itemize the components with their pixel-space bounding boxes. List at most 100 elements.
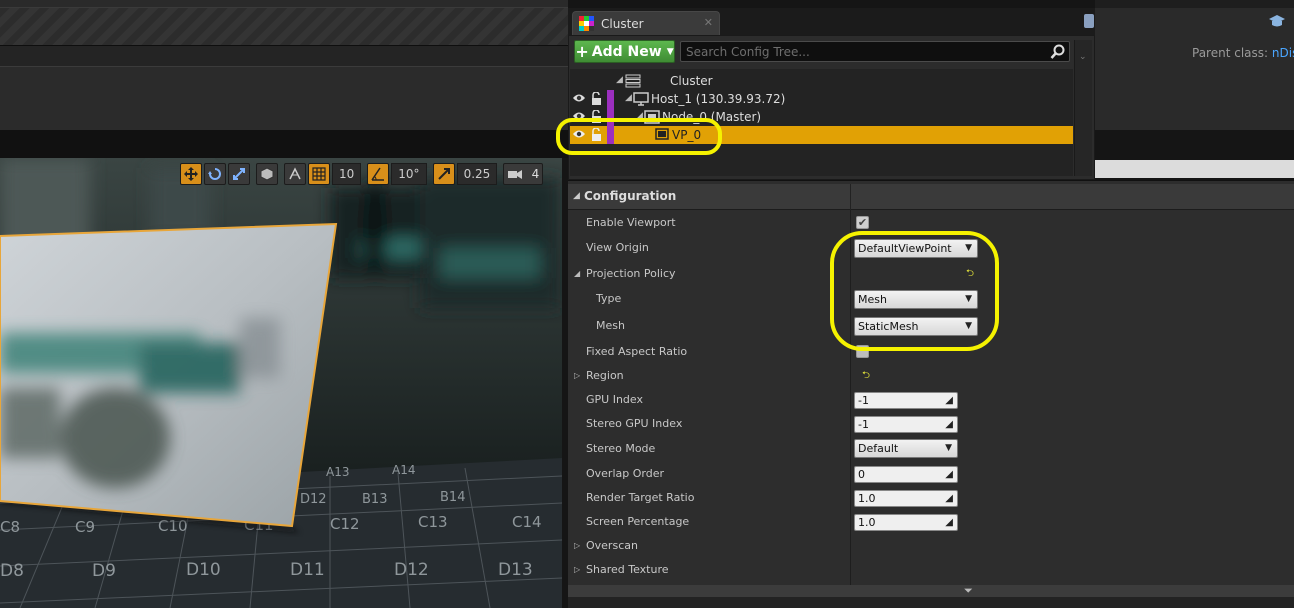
- floor-tile-c13: C13: [418, 513, 448, 531]
- cube-icon: [260, 167, 274, 181]
- floor-tile-c9: C9: [75, 518, 95, 536]
- property-overlap-order: Overlap Order 0 ◢: [568, 462, 1294, 486]
- property-stereo-mode: Stereo Mode Default ▼: [568, 437, 1294, 461]
- enable-viewport-checkbox[interactable]: ✔: [856, 216, 869, 229]
- gpu-index-input[interactable]: -1 ◢: [854, 392, 958, 409]
- property-screen-percentage: Screen Percentage 1.0 ◢: [568, 510, 1294, 534]
- close-icon[interactable]: ✕: [704, 16, 713, 29]
- floor-tile-d10: D10: [186, 560, 221, 580]
- rotation-snap-value[interactable]: 10°: [391, 163, 427, 185]
- tree-item-cluster[interactable]: ◢ Cluster: [570, 72, 1073, 90]
- overlap-order-input[interactable]: 0 ◢: [854, 466, 958, 483]
- viewport-transform-toolbar: 10 10° 0.25 4: [180, 162, 544, 186]
- floor-tile-b13: B13: [362, 492, 387, 507]
- expand-arrow-icon[interactable]: ▷: [574, 565, 580, 574]
- blueprint-header: [1095, 0, 1294, 130]
- property-region[interactable]: ▷ Region ⮌: [568, 364, 1294, 388]
- floor-tile-c14: C14: [512, 513, 542, 531]
- property-label: Overscan: [586, 539, 638, 552]
- dropdown-value: Default: [858, 442, 899, 455]
- property-gpu-index: GPU Index -1 ◢: [568, 388, 1294, 412]
- stereo-mode-dropdown[interactable]: Default ▼: [854, 439, 958, 458]
- reset-to-default-icon[interactable]: ⮌: [862, 368, 870, 385]
- numeric-value: -1: [858, 418, 869, 431]
- expand-arrow-icon[interactable]: ▷: [574, 541, 580, 550]
- cluster-servers-icon: [625, 74, 641, 88]
- numeric-value: 1.0: [858, 516, 876, 529]
- collapse-arrow-icon[interactable]: ◢: [574, 269, 580, 278]
- floor-tile-d12: D12: [394, 560, 429, 580]
- property-label: Overlap Order: [586, 467, 664, 480]
- lock-icon[interactable]: [589, 92, 603, 106]
- property-stereo-gpu-index: Stereo GPU Index -1 ◢: [568, 412, 1294, 436]
- stereo-gpu-index-input[interactable]: -1 ◢: [854, 416, 958, 433]
- floor-tile-d9: D9: [92, 561, 116, 581]
- grid-snap-toggle-button[interactable]: [308, 163, 330, 185]
- column-divider: [850, 184, 851, 210]
- property-shared-texture[interactable]: ▷ Shared Texture: [568, 558, 1294, 582]
- spin-arrows-icon[interactable]: ◢: [945, 493, 953, 504]
- host-color-swatch[interactable]: [607, 90, 614, 108]
- config-tree-scrollbar[interactable]: ⌄: [1074, 40, 1092, 176]
- scale-tool-button[interactable]: [228, 163, 250, 185]
- property-overscan[interactable]: ▷ Overscan: [568, 534, 1294, 558]
- collapse-arrow-icon[interactable]: ◢: [573, 191, 580, 201]
- property-label: Fixed Aspect Ratio: [586, 345, 688, 358]
- plus-icon: +: [575, 42, 589, 61]
- projection-screen-mesh[interactable]: [0, 222, 338, 528]
- numeric-value: 0: [858, 468, 865, 481]
- add-new-label: Add New: [591, 43, 662, 60]
- scale-snap-toggle-button[interactable]: [432, 163, 455, 185]
- search-icon[interactable]: [1050, 44, 1066, 60]
- blueprint-top-bar: [1095, 0, 1294, 8]
- scale-snap-icon: [437, 168, 450, 180]
- level-viewport[interactable]: A13 A14 D12 B13 B14 C8 C9 C10 C11 C12 C1…: [0, 158, 562, 608]
- spin-arrows-icon[interactable]: ◢: [945, 419, 953, 430]
- property-label: Render Target Ratio: [586, 491, 695, 504]
- surface-snap-button[interactable]: [284, 163, 306, 185]
- spin-arrows-icon[interactable]: ◢: [945, 395, 953, 406]
- config-tree-search[interactable]: [680, 41, 1070, 62]
- screen-percentage-input[interactable]: 1.0 ◢: [854, 514, 958, 531]
- rotate-tool-button[interactable]: [204, 163, 226, 185]
- annotation-highlight-projection-fields: [830, 231, 999, 351]
- floor-tile-d11: D11: [290, 560, 325, 580]
- property-label: View Origin: [586, 241, 649, 254]
- grid-snap-value[interactable]: 10: [332, 163, 362, 185]
- tree-item-label: Host_1 (130.39.93.72): [651, 92, 786, 106]
- window-menu-icon[interactable]: [1084, 14, 1094, 28]
- translate-tool-button[interactable]: [180, 163, 202, 185]
- configuration-section-header[interactable]: ◢ Configuration: [568, 184, 1294, 210]
- surface-snap-icon: [289, 167, 301, 180]
- add-new-button[interactable]: + Add New ▼: [574, 40, 675, 63]
- search-input[interactable]: [681, 42, 1041, 61]
- property-label: GPU Index: [586, 393, 643, 406]
- configuration-title: Configuration: [584, 189, 677, 203]
- tab-cluster[interactable]: Cluster ✕: [572, 11, 720, 35]
- grid-icon: [312, 167, 326, 181]
- tree-item-label: Cluster: [670, 74, 713, 88]
- property-label: Mesh: [596, 319, 625, 332]
- floor-tile-d8: D8: [0, 561, 24, 581]
- tree-item-host[interactable]: ◢ Host_1 (130.39.93.72): [570, 90, 1073, 108]
- host-computer-icon: [633, 92, 649, 106]
- advanced-properties-toggle[interactable]: ⏷: [568, 584, 1294, 597]
- expand-arrow-icon[interactable]: ▷: [574, 371, 580, 380]
- chevron-down-icon: ▼: [945, 443, 952, 453]
- spin-arrows-icon[interactable]: ◢: [945, 517, 953, 528]
- details-next-section: [568, 597, 1294, 608]
- details-search-field[interactable]: [1095, 160, 1294, 178]
- spin-arrows-icon[interactable]: ◢: [945, 469, 953, 480]
- eye-icon[interactable]: [572, 92, 586, 104]
- expand-arrow-icon[interactable]: ◢: [625, 93, 632, 103]
- camera-speed-button[interactable]: 4: [503, 163, 544, 185]
- parent-class-link[interactable]: nDis: [1272, 46, 1294, 60]
- angle-icon: [371, 167, 385, 181]
- scale-snap-value[interactable]: 0.25: [456, 163, 498, 185]
- render-target-ratio-input[interactable]: 1.0 ◢: [854, 490, 958, 507]
- rotation-snap-toggle-button[interactable]: [367, 163, 390, 185]
- floor-tile-c8: C8: [0, 518, 20, 536]
- world-local-toggle-button[interactable]: [256, 163, 278, 185]
- expand-arrow-icon[interactable]: ◢: [616, 75, 623, 85]
- graduation-cap-icon[interactable]: [1268, 14, 1286, 30]
